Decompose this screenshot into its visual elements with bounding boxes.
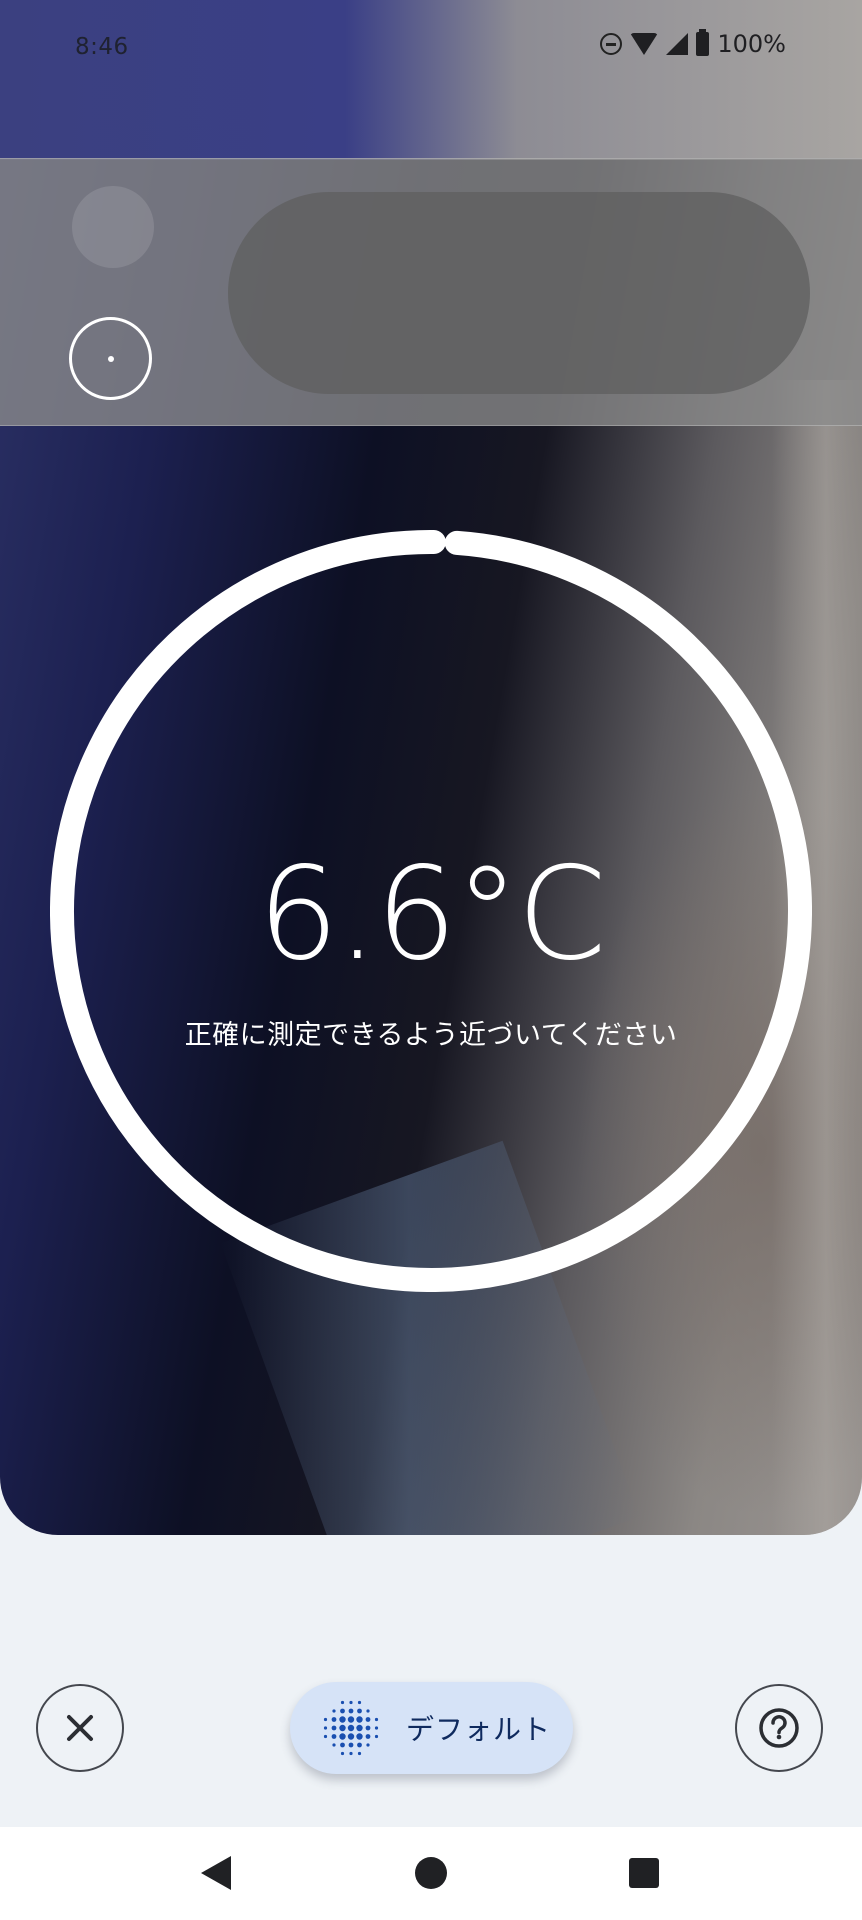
dot-grid-dot [323,1726,328,1730]
dot-grid-dot [357,1700,362,1705]
status-bar: 8:46 100% [0,0,862,100]
dot-grid-dot [347,1733,355,1740]
dot-grid-dot [340,1742,345,1748]
close-button[interactable] [36,1684,124,1772]
sensor-ghost-dot [72,186,154,268]
thermometer-screen: 8:46 100% 6.6°C 正確に測定できるよう近づいてください デフォルト [0,0,862,1920]
help-button[interactable] [735,1684,823,1772]
dot-grid-dot [340,1708,345,1714]
help-icon [759,1708,799,1748]
dot-grid-dot [349,1751,353,1756]
dot-grid-dot [340,1700,345,1705]
dot-grid-dot [339,1724,346,1732]
dot-grid-dot [356,1724,363,1732]
do-not-disturb-icon [600,33,623,55]
temperature-reading: 6.6°C [257,840,607,989]
dot-grid-dot [348,1742,354,1748]
dot-grid-dot [332,1743,336,1747]
dot-grid-dot [331,1734,337,1739]
wifi-icon [630,33,659,55]
dot-grid-dot [323,1734,328,1739]
sensor-alignment-pill [228,192,810,394]
dot-grid-dot [323,1717,328,1722]
dot-grid-dot [366,1743,370,1747]
status-time: 8:46 [75,34,129,60]
recents-icon[interactable] [629,1858,659,1888]
dot-grid-dot [374,1734,379,1739]
dot-grid-dot [374,1717,379,1722]
close-icon [67,1715,93,1741]
dot-grid-dot [357,1751,362,1756]
mode-label: デフォルト [406,1713,552,1746]
dot-grid-dot [339,1733,346,1740]
dot-grid-dot [366,1709,370,1713]
dot-grid-dot [357,1742,362,1748]
dot-grid-dot [365,1725,371,1731]
measurement-hint: 正確に測定できるよう近づいてください [184,1020,678,1051]
dot-grid-dot [331,1725,337,1731]
battery-percent: 100% [717,30,786,58]
back-icon[interactable] [201,1856,231,1890]
cell-signal-icon [666,33,689,55]
home-icon[interactable] [415,1857,447,1889]
dot-grid-dot [331,1717,337,1722]
dot-grid-dot [357,1708,362,1714]
dot-grid-dot [365,1734,371,1739]
dot-grid-dot [348,1708,354,1714]
dot-grid-dot [374,1726,379,1730]
dot-grid-dot [356,1716,363,1723]
battery-icon [696,29,710,56]
dot-grid-dot [347,1716,355,1723]
dot-grid-dot [332,1709,336,1713]
status-icons: 100% [600,29,786,58]
dot-grid-dot [349,1700,353,1705]
dot-grid-dot [356,1733,363,1740]
mode-select-button[interactable]: デフォルト [290,1682,573,1774]
target-icon [69,317,152,400]
dot-grid-dot [347,1724,355,1732]
dot-grid-dot [340,1751,345,1756]
dot-grid-dot [339,1716,346,1723]
dot-grid-dot [365,1717,371,1722]
dot-grid-icon [323,1700,379,1756]
